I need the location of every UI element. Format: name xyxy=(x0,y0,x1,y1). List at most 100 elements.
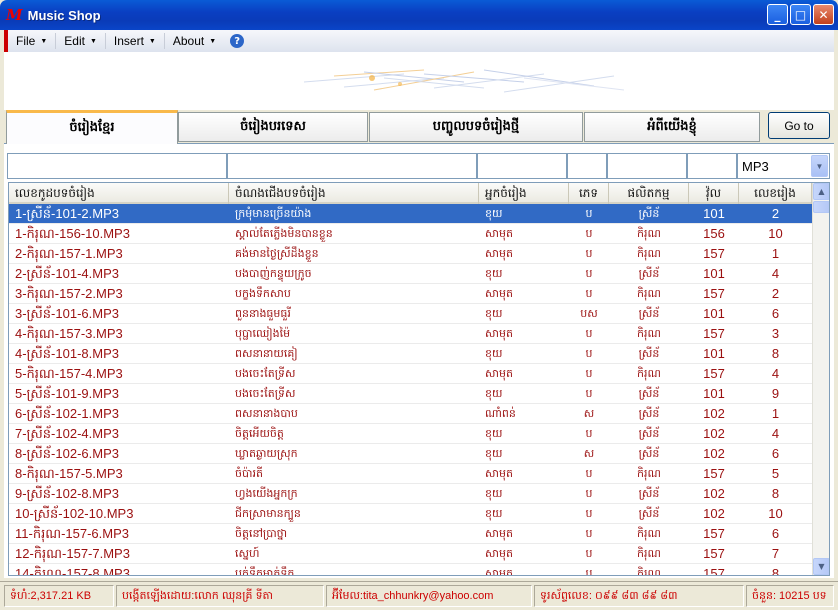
tab-foreign-songs[interactable]: ចំរៀងបរទេស xyxy=(178,112,368,142)
cell-singer: ខុយ xyxy=(485,428,503,440)
title-bar[interactable]: M Music Shop _ □ ✕ xyxy=(0,0,838,30)
cell-gender: ប xyxy=(585,468,593,480)
column-header-gender[interactable]: ភេទ xyxy=(569,183,609,204)
cell-title: បងចេះតែទ្រីស xyxy=(235,388,296,400)
table-row[interactable]: 12-កិរុណ-157-7.MP3 ស្នេហ៍ សាមុត ប កិរុណ 157 7 xyxy=(9,544,812,564)
cell-production: ស្រីន័ xyxy=(638,488,660,500)
app-logo: M xyxy=(6,6,23,24)
cell-title: ជីកស្រាមានក្បួន xyxy=(235,508,301,520)
cell-code: 1-ស្រីន័-101-2.MP3 xyxy=(15,206,119,221)
help-icon[interactable]: ? xyxy=(230,34,245,48)
table-row[interactable]: 1-កិរុណ-156-10.MP3 ស្គាល់តែភ្លើងមិនបានខ្ល… xyxy=(9,224,812,244)
cell-number: 7 xyxy=(771,546,780,561)
menu-about[interactable]: About ▼ xyxy=(165,33,224,49)
column-header-singer[interactable]: អ្នកចំរៀង xyxy=(479,183,569,204)
cell-production: ស្រីន័ xyxy=(638,208,660,220)
filter-volume-input[interactable] xyxy=(687,153,737,179)
table-row[interactable]: 1-ស្រីន័-101-2.MP3 ក្រមុំមានច្រើនយ៉ាង ខុយ ប… xyxy=(9,204,812,224)
filter-title-input[interactable] xyxy=(227,153,477,179)
cell-code: 3-ស្រីន័-101-6.MP3 xyxy=(15,306,119,321)
format-select[interactable]: MP3 ▼ xyxy=(737,153,830,179)
cell-title: ពសនានាងបាប xyxy=(235,408,298,420)
table-row[interactable]: 3-ស្រីន័-101-6.MP3 ពួននាងធួមធួរី ខុយ បស ស្រី… xyxy=(9,304,812,324)
cell-title: ពសនានាយគៀ xyxy=(235,348,298,360)
table-row[interactable]: 8-ស្រីន័-102-6.MP3 ឃ្លាតឆ្ងាយស្រុក ខុយ ស ស្រ… xyxy=(9,444,812,464)
table-row[interactable]: 11-កិរុណ-157-6.MP3 ចិត្តនៅប្រាថ្នា សាមុត ប ក… xyxy=(9,524,812,544)
cell-number: 6 xyxy=(771,306,780,321)
cell-gender: ប xyxy=(585,228,593,240)
cell-gender: ប xyxy=(585,328,593,340)
cell-production: កិរុណ xyxy=(637,248,661,260)
status-phone: ទូរស័ព្ទលេខ: ០៩៩ ៨៣ ៨៩ ៨៣ xyxy=(534,585,744,607)
menu-insert-label: Insert xyxy=(113,34,144,48)
cell-singer: សាមុត xyxy=(485,568,513,576)
filter-code-input[interactable] xyxy=(7,153,227,179)
table-row[interactable]: 4-ស្រីន័-101-8.MP3 ពសនានាយគៀ ខុយ ប ស្រីន័ 101… xyxy=(9,344,812,364)
cell-gender: ស xyxy=(583,408,595,420)
table-row[interactable]: 14-កិរុណ-157-8.MP3 បក់ទឹកមាត់ទឹក សាមុត ប កិរ… xyxy=(9,564,812,576)
minimize-button[interactable]: _ xyxy=(767,4,788,25)
table-row[interactable]: 5-ស្រីន័-101-9.MP3 បងចេះតែទ្រីស ខុយ ប ស្រីន័… xyxy=(9,384,812,404)
tab-about-us[interactable]: អំពីយើងខ្ញុំ xyxy=(584,112,760,142)
column-header-title[interactable]: ចំណងជើងបទចំរៀង xyxy=(229,183,479,204)
cell-number: 6 xyxy=(771,526,780,541)
filter-production-input[interactable] xyxy=(607,153,687,179)
table-row[interactable]: 7-ស្រីន័-102-4.MP3 ចិត្តអើយចិត្ត ខុយ ប ស្រីន… xyxy=(9,424,812,444)
filter-singer-input[interactable] xyxy=(477,153,567,179)
cell-code: 14-កិរុណ-157-8.MP3 xyxy=(15,566,130,576)
cell-singer: ខុយ xyxy=(485,508,503,520)
menu-edit[interactable]: Edit ▼ xyxy=(56,33,106,49)
menu-file[interactable]: File ▼ xyxy=(8,33,57,49)
table-row[interactable]: 2-ស្រីន័-101-4.MP3 បងបាញ់កន្ទុយក្រូច ខុយ ប ស… xyxy=(9,264,812,284)
goto-button[interactable]: Go to xyxy=(768,112,830,139)
filter-gender-input[interactable] xyxy=(567,153,607,179)
cell-title: ពួននាងធួមធួរី xyxy=(235,308,291,320)
cell-singer: សាមុត xyxy=(485,248,513,260)
table-row[interactable]: 10-ស្រីន័-102-10.MP3 ជីកស្រាមានក្បួន ខុយ ប ស… xyxy=(9,504,812,524)
cell-code: 2-កិរុណ-157-1.MP3 xyxy=(15,246,123,261)
scroll-thumb[interactable] xyxy=(813,201,829,213)
cell-title: ក្រមុំមានច្រើនយ៉ាង xyxy=(235,208,312,220)
column-header-number[interactable]: លេខរៀង xyxy=(739,183,812,204)
column-header-code[interactable]: លេខកូដបទចំរៀង xyxy=(9,183,229,204)
cell-singer: ខុយ xyxy=(485,208,503,220)
table-row[interactable]: 6-ស្រីន័-102-1.MP3 ពសនានាងបាប ណាំពន់ ស ស្រីន… xyxy=(9,404,812,424)
cell-production: ស្រីន័ xyxy=(638,308,660,320)
table-row[interactable]: 9-ស្រីន័-102-8.MP3 ហ្វងយើងអ្នកក្រ ខុយ ប ស្រី… xyxy=(9,484,812,504)
column-header-production[interactable]: ផលិតកម្ម xyxy=(609,183,689,204)
chevron-down-icon[interactable]: ▼ xyxy=(811,155,828,177)
table-row[interactable]: 5-កិរុណ-157-4.MP3 បងចេះតែទ្រីស សាមុត ប កិរុណ… xyxy=(9,364,812,384)
cell-title: ចិត្តនៅប្រាថ្នា xyxy=(235,528,288,540)
cell-singer: ណាំពន់ xyxy=(485,408,516,420)
cell-volume: 157 xyxy=(703,286,725,301)
cell-volume: 102 xyxy=(703,426,725,441)
cell-volume: 101 xyxy=(703,346,725,361)
scroll-up-icon[interactable]: ▲ xyxy=(813,183,829,200)
cell-code: 6-ស្រីន័-102-1.MP3 xyxy=(15,406,119,421)
cell-production: កិរុណ xyxy=(637,288,661,300)
cell-code: 7-ស្រីន័-102-4.MP3 xyxy=(15,426,119,441)
cell-title: ស្នេហ៍ xyxy=(235,548,260,560)
vertical-scrollbar[interactable]: ▲ ▼ xyxy=(812,183,829,575)
close-button[interactable]: ✕ xyxy=(813,4,834,25)
cell-production: ស្រីន័ xyxy=(638,348,660,360)
column-header-volume[interactable]: វ៉ុល xyxy=(689,183,739,204)
maximize-button[interactable]: □ xyxy=(790,4,811,25)
table-row[interactable]: 4-កិរុណ-157-3.MP3 បុប្ផាឈៀងម៉ៃ សាមុត ប កិរុណ… xyxy=(9,324,812,344)
table-row[interactable]: 3-កិរុណ-157-2.MP3 បក្ខងទឹកសាប សាមុត ប កិរុណ 1… xyxy=(9,284,812,304)
menu-insert[interactable]: Insert ▼ xyxy=(106,33,165,49)
cell-production: កិរុណ xyxy=(637,228,661,240)
cell-singer: សាមុត xyxy=(485,548,513,560)
cell-gender: ប xyxy=(585,568,593,576)
tab-khmer-songs[interactable]: ចំរៀងខ្មែរ xyxy=(6,110,178,144)
scroll-down-icon[interactable]: ▼ xyxy=(813,558,829,575)
cell-code: 3-កិរុណ-157-2.MP3 xyxy=(15,286,123,301)
format-select-value: MP3 xyxy=(742,158,769,174)
cell-code: 5-ស្រីន័-101-9.MP3 xyxy=(15,386,119,401)
table-row[interactable]: 2-កិរុណ-157-1.MP3 គង់មានថ្ងៃស្រីដឹងខ្លួន ស… xyxy=(9,244,812,264)
tab-add-new-song[interactable]: បញ្ចូលបទចំរៀងថ្មី xyxy=(369,112,583,142)
cell-title: បងចេះតែទ្រីស xyxy=(235,368,296,380)
table-row[interactable]: 8-កិរុណ-157-5.MP3 ចំប៉ារតី សាមុត ប កិរុណ 157 5 xyxy=(9,464,812,484)
cell-code: 5-កិរុណ-157-4.MP3 xyxy=(15,366,123,381)
cell-title: គង់មានថ្ងៃស្រីដឹងខ្លួន xyxy=(235,248,319,260)
